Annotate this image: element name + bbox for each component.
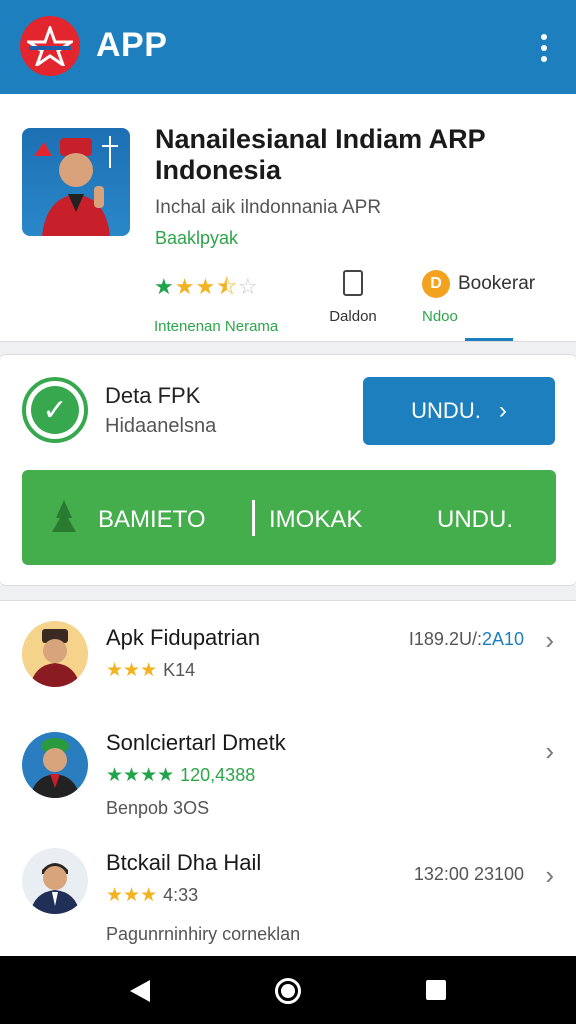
green-right-label: UNDU. [437, 506, 513, 533]
list-item-title: Apk Fidupatrian [106, 625, 261, 650]
green-middle-label: IMOKAK [269, 506, 363, 533]
size-label: Daldon [329, 308, 377, 325]
developer-link[interactable]: Baaklpyak [155, 228, 238, 249]
list-item-title: Sonlciertarl Dmetk [106, 730, 286, 755]
avatar [22, 732, 88, 798]
list-item-subtitle: Pagunrninhiry corneklan [106, 924, 301, 944]
list-item-meta-a: I189.2U/: [408, 629, 482, 649]
chevron-right-icon[interactable]: › [545, 860, 554, 891]
star-emblem-icon[interactable] [20, 16, 80, 76]
app-title: APP [96, 26, 168, 64]
avatar [22, 848, 88, 914]
bookmark-icon: D [422, 270, 450, 298]
list-item-rating-text: 4:33 [163, 885, 199, 905]
bookmark-label: Bookerar [458, 273, 536, 294]
chevron-right-icon[interactable]: › [545, 625, 554, 656]
rating-stars: ★★★⯪☆ [154, 274, 259, 299]
list-item-title: Btckail Dha Hail [106, 850, 262, 875]
recent-square-icon[interactable] [426, 980, 446, 1000]
download-title: Deta FPK [105, 383, 201, 408]
divider [252, 500, 255, 536]
app-list: Apk Fidupatrian ★★★ K14 I189.2U/:2A10 › … [0, 600, 576, 956]
list-item-rating: ★★★ 4:33 [106, 885, 199, 906]
document-icon [343, 270, 363, 296]
download-card: ✓ Deta FPK Hidaanelsna UNDU. › BAMIETO I… [0, 354, 576, 586]
list-item[interactable]: Apk Fidupatrian ★★★ K14 I189.2U/:2A10 › [0, 601, 576, 716]
app-header-card: Nanailesianal Indiam ARP Indonesia Incha… [0, 94, 576, 342]
home-circle-icon[interactable] [275, 978, 301, 1004]
list-item-meta: I189.2U/:2A10 [409, 629, 524, 650]
list-item-meta: 132:00 23100 [413, 864, 524, 884]
more-vert-icon[interactable] [526, 30, 562, 66]
app-subtitle: Inchal aik ilndonnania APR [155, 197, 382, 218]
system-nav-bar [0, 956, 576, 1024]
bookmark-stat[interactable]: D Bookerar Ndoo [422, 270, 535, 325]
download-button[interactable]: UNDU. › [363, 377, 555, 445]
list-item-rating: ★★★ K14 [106, 660, 196, 681]
bookmark-sub: Ndoo [422, 308, 458, 325]
download-subtitle: Hidaanelsna [105, 415, 217, 437]
check-icon: ✓ [22, 377, 88, 443]
list-item-rating-text: 120,4388 [180, 765, 256, 785]
list-item[interactable]: Btckail Dha Hail ★★★ 4:33 132:00 23100 P… [0, 836, 576, 957]
list-item[interactable]: Sonlciertarl Dmetk ★★★★ 120,4388 Benpob … [0, 716, 576, 836]
app-icon [22, 128, 130, 236]
list-item-rating: ★★★★ 120,4388 [106, 765, 256, 786]
tab-indicator [465, 338, 513, 341]
download-button-label: UNDU. [411, 398, 481, 423]
green-left-label: BAMIETO [98, 506, 206, 533]
chevron-right-icon: › [498, 397, 507, 424]
tree-icon [52, 500, 76, 532]
app-bar: APP [0, 0, 576, 94]
list-item-meta-b: 2A10 [481, 629, 524, 649]
avatar [22, 621, 88, 687]
back-triangle-icon[interactable] [130, 980, 150, 1002]
list-item-subtitle: Benpob 3OS [106, 798, 210, 818]
rating-label: Intenenan Nerama [154, 318, 279, 335]
size-stat: Daldon [326, 270, 380, 325]
rating-stat: ★★★⯪☆ Intenenan Nerama [154, 270, 278, 335]
green-action-button[interactable]: BAMIETO IMOKAK UNDU. [22, 470, 556, 565]
chevron-right-icon[interactable]: › [545, 736, 554, 767]
list-item-rating-text: K14 [163, 660, 196, 680]
app-name: Nanailesianal Indiam ARP Indonesia [155, 124, 486, 185]
